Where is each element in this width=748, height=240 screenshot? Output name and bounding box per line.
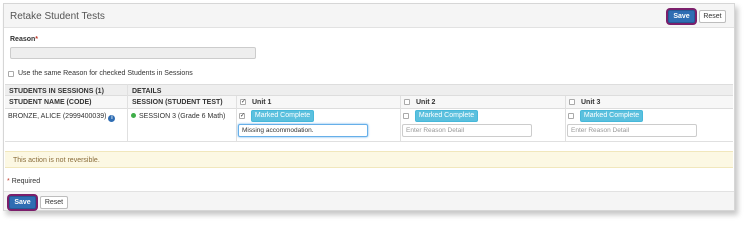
unit-1-marked-complete-button[interactable]: Marked Complete	[251, 110, 314, 122]
column-divider	[236, 96, 237, 142]
footer-save-button[interactable]: Save	[9, 196, 36, 209]
table-group-header: STUDENTS IN SESSIONS (1) DETAILS	[5, 84, 733, 96]
unit-2-checkbox[interactable]	[403, 113, 409, 119]
warning-text: This action is not reversible.	[13, 157, 100, 164]
students-in-sessions-header: STUDENTS IN SESSIONS (1)	[9, 88, 104, 95]
save-button[interactable]: Save	[668, 10, 695, 23]
reason-select[interactable]	[10, 47, 256, 59]
column-divider	[127, 84, 128, 142]
warning-alert: This action is not reversible.	[5, 151, 733, 168]
unit-3-column-header: Unit 3	[581, 99, 601, 106]
unit-1-checkbox[interactable]: ✓	[239, 113, 245, 119]
column-divider	[565, 96, 566, 142]
unit-1-column-header: Unit 1	[252, 99, 272, 106]
unit-2-column-header: Unit 2	[416, 99, 436, 106]
student-name-column-header: STUDENT NAME (CODE)	[9, 99, 92, 106]
same-reason-checkbox[interactable]	[8, 71, 14, 77]
unit-3-marked-complete-button[interactable]: Marked Complete	[580, 110, 643, 122]
row-divider	[5, 141, 733, 142]
footer-reset-button[interactable]: Reset	[40, 196, 68, 209]
reset-button[interactable]: Reset	[699, 10, 726, 23]
unit-1-select-all-checkbox[interactable]: ✓	[240, 99, 246, 105]
column-divider	[400, 96, 401, 142]
required-marker: *	[7, 178, 10, 185]
reason-label: Reason*	[10, 36, 39, 43]
status-dot-icon	[131, 113, 136, 118]
required-note: * Required	[7, 178, 41, 185]
page-title: Retake Student Tests	[10, 11, 105, 22]
session-cell: SESSION 3 (Grade 6 Math)	[131, 113, 225, 120]
unit-3-select-all-checkbox[interactable]	[569, 99, 575, 105]
info-icon[interactable]: i	[108, 115, 116, 122]
required-marker: *	[35, 36, 39, 43]
session-column-header: SESSION (STUDENT TEST)	[132, 99, 223, 106]
unit-2-select-all-checkbox[interactable]	[404, 99, 410, 105]
retake-tests-panel: Retake Student Tests Save Reset Reason* …	[3, 3, 735, 211]
student-name-cell: BRONZE, ALICE (2999400039) i	[8, 113, 116, 122]
unit-3-checkbox[interactable]	[568, 113, 574, 119]
unit-2-reason-detail-input[interactable]	[402, 124, 532, 137]
same-reason-label: Use the same Reason for checked Students…	[18, 70, 193, 77]
panel-header: Retake Student Tests Save Reset	[4, 4, 734, 28]
unit-3-reason-detail-input[interactable]	[567, 124, 697, 137]
panel-footer: Save Reset	[4, 191, 734, 210]
details-header: DETAILS	[132, 88, 162, 95]
table-column-header: STUDENT NAME (CODE) SESSION (STUDENT TES…	[5, 96, 733, 109]
unit-1-reason-detail-input[interactable]	[238, 124, 368, 137]
unit-2-marked-complete-button[interactable]: Marked Complete	[415, 110, 478, 122]
